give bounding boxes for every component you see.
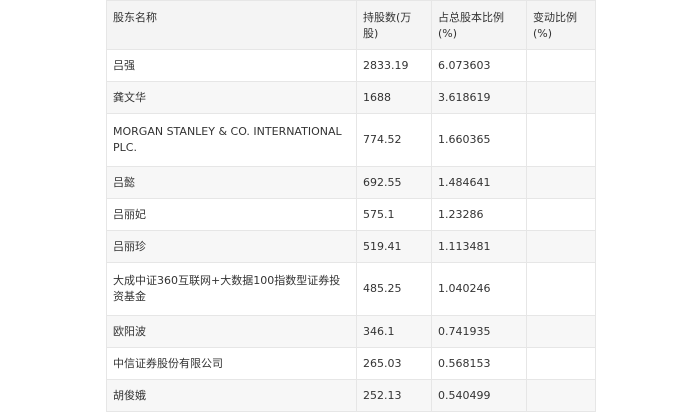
holder-name: 中信证券股份有限公司 (106, 347, 357, 380)
table-row: 胡俊娥 252.13 0.540499 (106, 379, 596, 412)
holder-change (526, 166, 596, 199)
holder-name: 欧阳波 (106, 315, 357, 348)
holder-shares: 1688 (356, 81, 432, 114)
holder-change (526, 230, 596, 263)
holder-ratio: 6.073603 (431, 49, 527, 82)
table-row: 吕懿 692.55 1.484641 (106, 166, 596, 199)
header-change: 变动比例(%) (526, 0, 596, 50)
table-row: 中信证券股份有限公司 265.03 0.568153 (106, 347, 596, 380)
table-header-row: 股东名称 持股数(万股) 占总股本比例(%) 变动比例(%) (106, 0, 596, 50)
holder-change (526, 315, 596, 348)
holder-shares: 346.1 (356, 315, 432, 348)
holder-shares: 485.25 (356, 262, 432, 316)
holder-name: 大成中证360互联网+大数据100指数型证券投资基金 (106, 262, 357, 316)
holder-ratio: 1.484641 (431, 166, 527, 199)
table-row: 吕丽妃 575.1 1.23286 (106, 198, 596, 231)
holder-change (526, 49, 596, 82)
table-row: 欧阳波 346.1 0.741935 (106, 315, 596, 348)
table-row: 龚文华 1688 3.618619 (106, 81, 596, 114)
holder-change (526, 379, 596, 412)
holder-name: 吕丽妃 (106, 198, 357, 231)
table-row: MORGAN STANLEY & CO. INTERNATIONAL PLC. … (106, 113, 596, 167)
holder-ratio: 0.741935 (431, 315, 527, 348)
holder-name: 吕强 (106, 49, 357, 82)
holder-shares: 265.03 (356, 347, 432, 380)
holder-ratio: 1.660365 (431, 113, 527, 167)
holder-ratio: 1.23286 (431, 198, 527, 231)
holder-change (526, 81, 596, 114)
header-holder-name: 股东名称 (106, 0, 357, 50)
holder-shares: 252.13 (356, 379, 432, 412)
holder-ratio: 1.113481 (431, 230, 527, 263)
holder-shares: 774.52 (356, 113, 432, 167)
holder-change (526, 198, 596, 231)
holder-name: 胡俊娥 (106, 379, 357, 412)
table-row: 大成中证360互联网+大数据100指数型证券投资基金 485.25 1.0402… (106, 262, 596, 316)
holder-change (526, 262, 596, 316)
holder-shares: 2833.19 (356, 49, 432, 82)
holder-name: 吕懿 (106, 166, 357, 199)
holder-shares: 575.1 (356, 198, 432, 231)
holder-shares: 519.41 (356, 230, 432, 263)
holder-name: 龚文华 (106, 81, 357, 114)
shareholder-table: 股东名称 持股数(万股) 占总股本比例(%) 变动比例(%) 吕强 2833.1… (106, 0, 596, 412)
holder-ratio: 0.568153 (431, 347, 527, 380)
table-row: 吕丽珍 519.41 1.113481 (106, 230, 596, 263)
holder-name: 吕丽珍 (106, 230, 357, 263)
holder-name: MORGAN STANLEY & CO. INTERNATIONAL PLC. (106, 113, 357, 167)
header-shares: 持股数(万股) (356, 0, 432, 50)
holder-ratio: 1.040246 (431, 262, 527, 316)
holder-shares: 692.55 (356, 166, 432, 199)
table-row: 吕强 2833.19 6.073603 (106, 49, 596, 82)
holder-ratio: 0.540499 (431, 379, 527, 412)
holder-change (526, 347, 596, 380)
header-ratio: 占总股本比例(%) (431, 0, 527, 50)
holder-change (526, 113, 596, 167)
holder-ratio: 3.618619 (431, 81, 527, 114)
